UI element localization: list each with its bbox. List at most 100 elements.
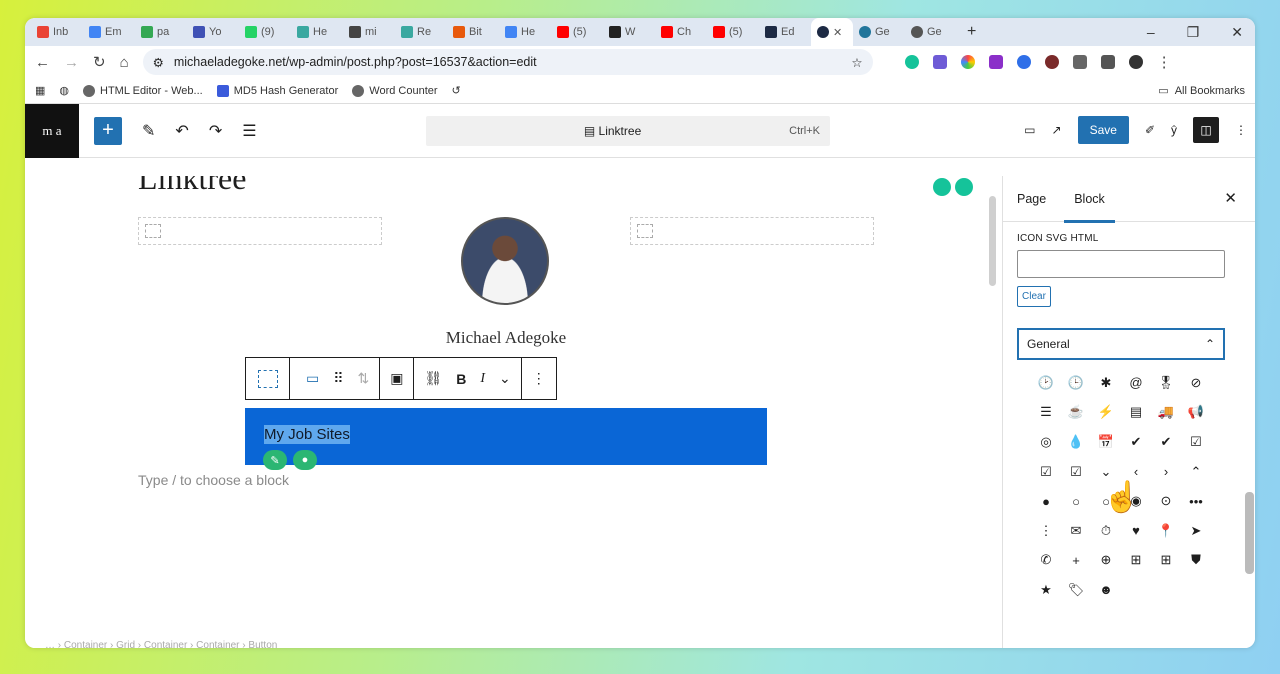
edit-icon[interactable]: ✎ bbox=[263, 450, 287, 470]
pencil-icon[interactable]: ✎ bbox=[142, 121, 155, 141]
icon-option[interactable]: ⚡ bbox=[1091, 398, 1121, 428]
icon-option[interactable]: ◎ bbox=[1031, 427, 1061, 457]
preview-icon[interactable]: ▭ bbox=[1024, 123, 1035, 137]
icon-option[interactable]: ✆ bbox=[1031, 546, 1061, 576]
browser-tab[interactable]: He bbox=[291, 18, 343, 46]
undo-icon[interactable]: ↶ bbox=[175, 121, 188, 141]
browser-tab-active[interactable]: ✕ bbox=[811, 18, 853, 46]
icon-option[interactable]: ⊞ bbox=[1151, 546, 1181, 576]
icon-option[interactable]: 🏷 bbox=[1061, 575, 1091, 605]
browser-tab[interactable]: Ge bbox=[853, 18, 905, 46]
icon-option[interactable]: ➤ bbox=[1181, 516, 1211, 546]
extension-k-icon[interactable] bbox=[1044, 55, 1059, 69]
forward-icon[interactable]: → bbox=[64, 54, 79, 71]
save-button[interactable]: Save bbox=[1077, 116, 1129, 144]
grammarly-widget[interactable] bbox=[933, 178, 973, 196]
browser-tab[interactable]: He bbox=[499, 18, 551, 46]
close-window-icon[interactable]: ✕ bbox=[1231, 24, 1243, 41]
icon-option[interactable]: + bbox=[1061, 546, 1091, 576]
button-label[interactable]: My Job Sites bbox=[264, 425, 350, 444]
bookmark-item[interactable]: MD5 Hash Generator bbox=[216, 84, 338, 97]
icon-option[interactable]: ⋮ bbox=[1031, 516, 1061, 546]
new-tab-icon[interactable]: + bbox=[967, 23, 976, 41]
icon-option[interactable]: ☻ bbox=[1091, 575, 1121, 605]
icon-option[interactable]: ♥ bbox=[1121, 516, 1151, 546]
icon-option[interactable]: ⛊ bbox=[1181, 546, 1211, 576]
bookmark-star-icon[interactable]: ☆ bbox=[851, 55, 862, 70]
yoast-icon[interactable]: ŷ bbox=[1171, 123, 1177, 137]
menu-dots-icon[interactable]: ⋮ bbox=[1157, 53, 1172, 71]
icon-option[interactable]: ✔ bbox=[1151, 427, 1181, 457]
reload-icon[interactable]: ↻ bbox=[93, 53, 106, 71]
icon-option[interactable]: 🚚 bbox=[1151, 398, 1181, 428]
icon-option[interactable]: 🕑 bbox=[1031, 368, 1061, 398]
browser-tab[interactable]: Ch bbox=[655, 18, 707, 46]
icon-option[interactable]: ✉ bbox=[1061, 516, 1091, 546]
browser-tab[interactable]: Re bbox=[395, 18, 447, 46]
back-icon[interactable]: ← bbox=[35, 54, 50, 71]
icon-option[interactable]: ★ bbox=[1031, 575, 1061, 605]
block-options-icon[interactable]: ⋮ bbox=[532, 370, 546, 387]
icon-option[interactable]: ☑ bbox=[1181, 427, 1211, 457]
browser-tab[interactable]: Em bbox=[83, 18, 135, 46]
extension-blue-icon[interactable] bbox=[1016, 55, 1031, 69]
browser-tab[interactable]: Yo bbox=[187, 18, 239, 46]
icon-option[interactable]: @ bbox=[1121, 368, 1151, 398]
browser-tab[interactable]: mi bbox=[343, 18, 395, 46]
icon-option[interactable]: 💧 bbox=[1061, 427, 1091, 457]
icon-option[interactable]: ☑ bbox=[1061, 457, 1091, 487]
bookmark-item[interactable]: Word Counter bbox=[352, 84, 438, 97]
icon-option[interactable]: ⊞ bbox=[1121, 546, 1151, 576]
icon-option[interactable]: ● bbox=[1031, 486, 1061, 516]
browser-tab[interactable]: (5) bbox=[707, 18, 759, 46]
icon-option[interactable]: 🕒 bbox=[1061, 368, 1091, 398]
icon-option[interactable]: ⊕ bbox=[1091, 546, 1121, 576]
home-icon[interactable]: ⌂ bbox=[120, 54, 129, 71]
browser-tab[interactable]: Ge bbox=[905, 18, 957, 46]
icon-option[interactable]: ⊘ bbox=[1181, 368, 1211, 398]
site-logo[interactable]: m a bbox=[25, 103, 79, 158]
empty-block-right[interactable] bbox=[630, 217, 874, 245]
settings-sidebar-toggle-icon[interactable]: ◫ bbox=[1193, 117, 1219, 143]
empty-block-left[interactable] bbox=[138, 217, 382, 245]
grammarly-icon[interactable] bbox=[904, 55, 919, 69]
options-icon[interactable]: ⋮ bbox=[1235, 123, 1247, 137]
browser-tab[interactable]: pa bbox=[135, 18, 187, 46]
move-up-down-icon[interactable]: ⇅ bbox=[358, 370, 370, 387]
browser-tab[interactable]: Inb bbox=[31, 18, 83, 46]
restore-icon[interactable]: ❐ bbox=[1187, 24, 1200, 41]
site-info-icon[interactable]: ⚙ bbox=[153, 55, 164, 70]
icon-option[interactable]: ☕ bbox=[1061, 398, 1091, 428]
icon-option[interactable]: 📍 bbox=[1151, 516, 1181, 546]
profile-name[interactable]: Michael Adegoke bbox=[25, 328, 987, 348]
icon-option[interactable]: › bbox=[1151, 457, 1181, 487]
more-formats-icon[interactable]: ⌄ bbox=[499, 370, 511, 387]
minimize-icon[interactable]: – bbox=[1147, 24, 1155, 41]
block-select-icon[interactable] bbox=[246, 358, 290, 399]
tab-page[interactable]: Page bbox=[1017, 192, 1046, 206]
extension-d-icon[interactable] bbox=[932, 55, 947, 69]
italic-icon[interactable]: I bbox=[480, 371, 485, 387]
page-title[interactable]: Linktree bbox=[138, 176, 246, 197]
tab-block[interactable]: Block bbox=[1064, 192, 1115, 223]
extension-s-icon[interactable] bbox=[988, 55, 1003, 69]
browser-tab[interactable]: (9) bbox=[239, 18, 291, 46]
drag-handle-icon[interactable]: ⠿ bbox=[333, 370, 343, 387]
all-bookmarks[interactable]: ▭ All Bookmarks bbox=[1158, 84, 1245, 98]
icon-option[interactable]: ⊙ bbox=[1151, 486, 1181, 516]
svg-html-input[interactable] bbox=[1017, 250, 1225, 278]
general-icon-category[interactable]: General ⌃ bbox=[1017, 328, 1225, 360]
icon-option[interactable]: ⏱ bbox=[1091, 516, 1121, 546]
icon-option[interactable]: ✔ bbox=[1121, 427, 1151, 457]
icon-option[interactable]: 📢 bbox=[1181, 398, 1211, 428]
link-icon[interactable]: ⛓ bbox=[424, 370, 442, 387]
icon-option[interactable]: 🎖 bbox=[1151, 368, 1181, 398]
url-text[interactable]: michaeladegoke.net/wp-admin/post.php?pos… bbox=[174, 55, 842, 69]
sidebar-scrollbar[interactable] bbox=[1245, 492, 1254, 574]
browser-tab[interactable]: Bit bbox=[447, 18, 499, 46]
apps-grid-icon[interactable]: ▦ bbox=[35, 84, 45, 97]
profile-avatar-image[interactable] bbox=[461, 217, 549, 305]
bold-icon[interactable]: B bbox=[456, 371, 466, 387]
color-picker-icon[interactable] bbox=[960, 55, 975, 69]
canvas-scrollbar[interactable] bbox=[989, 196, 996, 286]
